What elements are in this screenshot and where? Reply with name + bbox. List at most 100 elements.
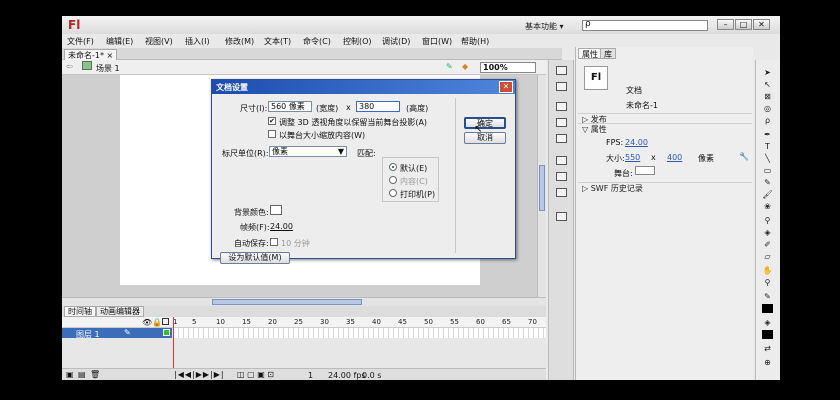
workspace-switcher[interactable]: 基本功能 ▾ [525, 21, 564, 32]
playhead[interactable] [173, 317, 174, 368]
selection-tool-icon[interactable]: ➤ [762, 68, 773, 77]
snap-to-objects-icon[interactable]: ⊕ [762, 358, 773, 367]
match-default-radio[interactable] [389, 163, 397, 171]
tab-timeline[interactable]: 时间轴 [64, 306, 96, 317]
menu-window[interactable]: 窗口(W) [422, 36, 452, 47]
panel-icon[interactable] [556, 82, 567, 91]
panel-icon[interactable] [556, 212, 567, 221]
panel-icon[interactable] [556, 102, 567, 111]
onion-skin-icon[interactable]: ◫ ▢ ▣ ⊡ [237, 370, 274, 379]
scroll-thumb[interactable] [539, 165, 545, 211]
eraser-tool-icon[interactable]: ▱ [762, 252, 773, 261]
outline-icon[interactable] [162, 318, 169, 325]
size-width-value[interactable]: 550 [625, 153, 640, 162]
3d-rotation-tool-icon[interactable]: ◎ [762, 104, 773, 113]
search-input[interactable]: ρ [582, 19, 708, 31]
brush-tool-icon[interactable]: 🖌 [762, 190, 773, 199]
size-height-value[interactable]: 400 [667, 153, 682, 162]
menu-edit[interactable]: 编辑(E) [106, 36, 133, 47]
autosave-checkbox[interactable] [270, 238, 278, 246]
fill-color-swatch[interactable] [762, 330, 773, 339]
new-layer-icon[interactable]: ▣ [66, 370, 74, 379]
paint-bucket-tool-icon[interactable]: ◈ [762, 228, 773, 237]
close-window-button[interactable]: ✕ [753, 19, 770, 30]
height-input[interactable]: 380 [356, 101, 400, 112]
fill-color-icon[interactable]: ◈ [762, 318, 773, 327]
section-attributes[interactable]: ▽ 属性 [578, 123, 752, 134]
menu-view[interactable]: 视图(V) [145, 36, 173, 47]
panel-icon[interactable] [556, 188, 567, 197]
transform-tool-icon[interactable]: ⊠ [762, 92, 773, 101]
panel-icon[interactable] [556, 172, 567, 181]
delete-layer-icon[interactable]: 🗑 [90, 370, 100, 379]
bone-tool-icon[interactable]: ⚲ [762, 216, 773, 225]
wrench-icon[interactable]: 🔧 [739, 152, 749, 161]
section-publish[interactable]: ▷ 发布 [578, 113, 752, 124]
menu-commands[interactable]: 命令(C) [303, 36, 331, 47]
minimize-button[interactable]: – [717, 19, 734, 30]
edit-scene-icon[interactable]: ✎ [446, 62, 453, 71]
cancel-button[interactable]: 取消 [464, 132, 506, 144]
playback-controls-icon[interactable]: |◀◀|▶▶|▶| [174, 370, 225, 379]
stage-color-swatch[interactable] [635, 166, 655, 175]
ok-button[interactable]: 确定 [464, 117, 506, 129]
maximize-button[interactable]: □ [735, 19, 752, 30]
pencil-tool-icon[interactable]: ✎ [762, 178, 773, 187]
layer-row[interactable]: 图层 1 ✎ [62, 328, 546, 339]
swap-colors-icon[interactable]: ⇄ [762, 344, 773, 353]
line-tool-icon[interactable]: ╲ [762, 154, 773, 163]
lock-icon[interactable]: 🔒 [152, 318, 162, 327]
stroke-color-swatch[interactable] [762, 304, 773, 313]
panel-icon[interactable] [556, 156, 567, 165]
deco-tool-icon[interactable]: ❀ [762, 202, 773, 211]
width-input[interactable]: 560 像素 [268, 101, 312, 112]
text-tool-icon[interactable]: T [762, 142, 773, 151]
layer-color-icon[interactable] [163, 329, 170, 336]
ruler-units-select[interactable]: 像素 ▼ [269, 146, 347, 157]
frame-cells[interactable] [174, 328, 546, 338]
document-tab[interactable]: 未命名-1* × [64, 49, 118, 60]
eye-icon[interactable]: 👁 [142, 318, 152, 327]
fps-value[interactable]: 24.00 [625, 138, 648, 147]
adjust-3d-checkbox[interactable]: ✔ [268, 117, 276, 125]
rectangle-tool-icon[interactable]: ▭ [762, 166, 773, 175]
scale-content-checkbox[interactable] [268, 130, 276, 138]
menu-modify[interactable]: 修改(M) [225, 36, 254, 47]
dialog-title-bar[interactable]: 文档设置 ✕ [212, 80, 515, 94]
stage-horizontal-scrollbar[interactable] [62, 297, 546, 306]
panel-icon[interactable] [556, 134, 567, 143]
match-printer-radio[interactable] [389, 189, 397, 197]
background-color-swatch[interactable] [270, 205, 282, 215]
section-swf-history[interactable]: ▷ SWF 历史记录 [578, 182, 752, 193]
eyedropper-tool-icon[interactable]: ✐ [762, 240, 773, 249]
tab-library[interactable]: 库 [600, 48, 616, 59]
tab-motion-editor[interactable]: 动画编辑器 [96, 306, 144, 317]
layer-name-cell[interactable]: 图层 1 ✎ [62, 328, 172, 339]
frame-tick: 20 [268, 318, 277, 326]
zoom-select[interactable]: 100% [480, 62, 536, 73]
zoom-tool-icon[interactable]: ⚲ [762, 278, 773, 287]
lasso-tool-icon[interactable]: ρ [762, 116, 773, 125]
new-folder-icon[interactable]: ▤ [78, 370, 86, 379]
hand-tool-icon[interactable]: ✋ [762, 266, 773, 275]
menu-debug[interactable]: 调试(D) [382, 36, 410, 47]
pen-tool-icon[interactable]: ✒ [762, 130, 773, 139]
back-arrow-icon[interactable]: ⇦ [66, 62, 73, 71]
stroke-color-icon[interactable]: ✎ [762, 292, 773, 301]
menu-file[interactable]: 文件(F) [67, 36, 94, 47]
panel-icon[interactable] [556, 66, 567, 75]
menu-control[interactable]: 控制(O) [343, 36, 372, 47]
panel-icon[interactable] [556, 118, 567, 127]
set-default-button[interactable]: 设为默认值(M) [220, 252, 290, 264]
stage-vertical-scrollbar[interactable] [537, 75, 546, 297]
subselection-tool-icon[interactable]: ↖ [762, 80, 773, 89]
dialog-close-button[interactable]: ✕ [499, 81, 513, 93]
menu-insert[interactable]: 插入(I) [185, 36, 210, 47]
frame-rate-value[interactable]: 24.00 [270, 222, 293, 231]
edit-symbol-icon[interactable]: ◆ [462, 62, 468, 71]
match-contents-radio[interactable] [389, 176, 397, 184]
menu-help[interactable]: 帮助(H) [461, 36, 489, 47]
scroll-thumb[interactable] [212, 299, 362, 305]
tab-properties[interactable]: 属性 [578, 48, 602, 59]
menu-text[interactable]: 文本(T) [264, 36, 291, 47]
